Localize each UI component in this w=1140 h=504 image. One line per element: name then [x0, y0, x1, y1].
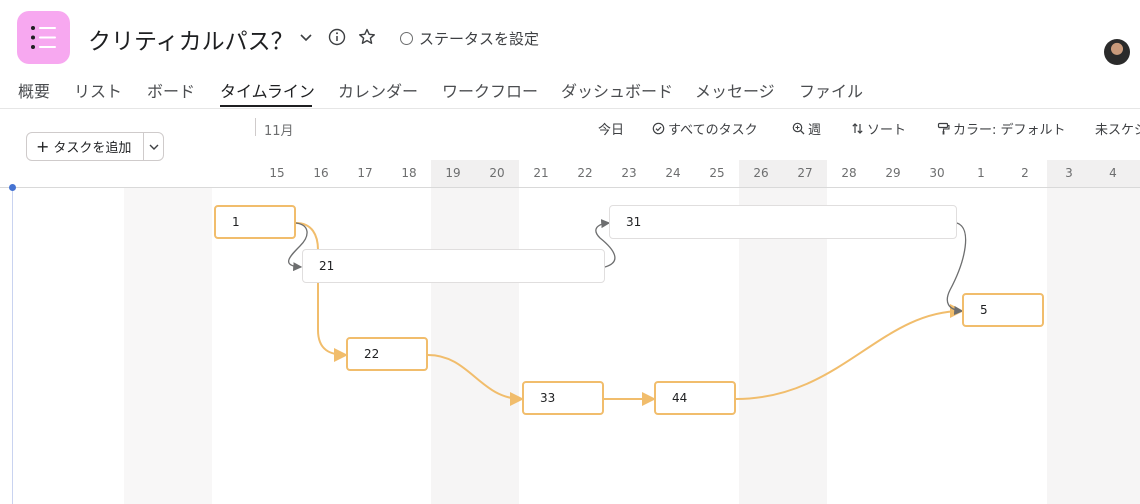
task-name: 1	[232, 215, 240, 229]
task-bar[interactable]: 21	[302, 249, 605, 283]
task-bar[interactable]: 33	[522, 381, 604, 415]
task-name: 44	[672, 391, 688, 405]
task-bar[interactable]: 44	[654, 381, 736, 415]
task-name: 5	[980, 303, 988, 317]
task-name: 33	[540, 391, 556, 405]
task-bar[interactable]: 31	[609, 205, 957, 239]
task-bar[interactable]: 1	[214, 205, 296, 239]
task-name: 22	[364, 347, 380, 361]
task-bar[interactable]: 22	[346, 337, 428, 371]
link-44-5	[735, 304, 964, 400]
task-bar[interactable]: 5	[962, 293, 1044, 327]
task-name: 21	[319, 259, 335, 273]
task-name: 31	[626, 215, 642, 229]
link-22-33	[427, 354, 524, 406]
